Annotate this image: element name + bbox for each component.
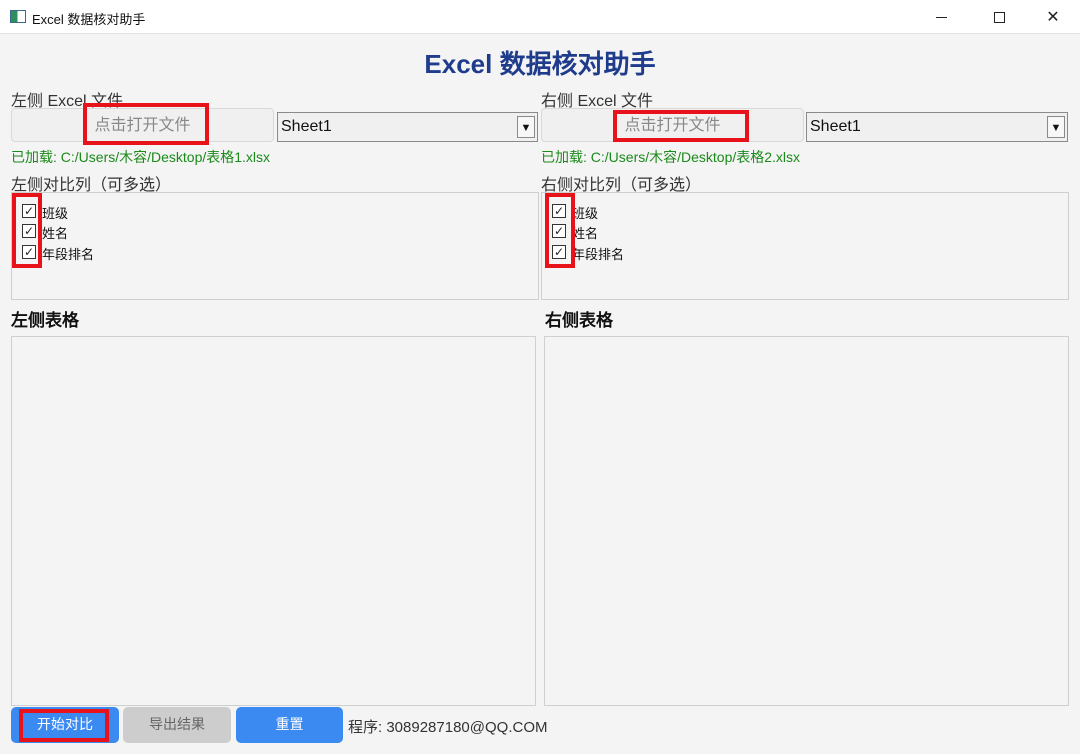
start-compare-highlight <box>19 709 109 742</box>
left-columns-panel: ✓ 班级 ✓ 姓名 ✓ 年段排名 <box>11 192 539 300</box>
left-sheet-value: Sheet1 <box>281 118 332 135</box>
checkbox-label: 年段排名 <box>572 248 625 263</box>
left-table[interactable] <box>11 336 536 706</box>
right-sheet-select[interactable]: Sheet1 ▼ <box>806 112 1068 142</box>
left-loaded-text: 已加载: C:/Users/木容/Desktop/表格1.xlsx <box>11 149 271 165</box>
dropdown-arrow-icon[interactable]: ▼ <box>517 116 535 138</box>
app-icon <box>10 10 26 23</box>
checkbox-label: 年段排名 <box>42 248 95 263</box>
checkbox-label: 班级 <box>42 207 69 222</box>
right-table[interactable] <box>544 336 1069 706</box>
right-columns-panel: ✓ 班级 ✓ 姓名 ✓ 年段排名 <box>541 192 1069 300</box>
left-sheet-select[interactable]: Sheet1 ▼ <box>277 112 538 142</box>
reset-button[interactable]: 重置 <box>236 707 343 743</box>
minimize-icon[interactable] <box>918 0 964 34</box>
window-title: Excel 数据核对助手 <box>32 12 146 27</box>
right-table-label: 右侧表格 <box>545 311 613 331</box>
right-loaded-text: 已加载: C:/Users/木容/Desktop/表格2.xlsx <box>541 149 801 165</box>
dropdown-arrow-icon[interactable]: ▼ <box>1047 116 1065 138</box>
right-checkbox-highlight <box>545 193 575 268</box>
contact-text: 程序: 3089287180@QQ.COM <box>348 719 548 736</box>
left-table-label: 左侧表格 <box>11 311 79 331</box>
left-open-highlight <box>83 103 209 145</box>
window-titlebar: Excel 数据核对助手 ✕ <box>0 0 1080 34</box>
right-sheet-value: Sheet1 <box>810 118 861 135</box>
maximize-icon[interactable] <box>976 0 1022 34</box>
left-checkbox-highlight <box>12 193 42 268</box>
checkbox-label: 班级 <box>572 207 599 222</box>
close-icon[interactable]: ✕ <box>1030 0 1076 34</box>
export-results-button[interactable]: 导出结果 <box>123 707 231 743</box>
page-title: Excel 数据核对助手 <box>424 49 656 79</box>
checkbox-label: 姓名 <box>42 227 69 242</box>
checkbox-label: 姓名 <box>572 227 599 242</box>
right-open-highlight <box>613 110 749 142</box>
